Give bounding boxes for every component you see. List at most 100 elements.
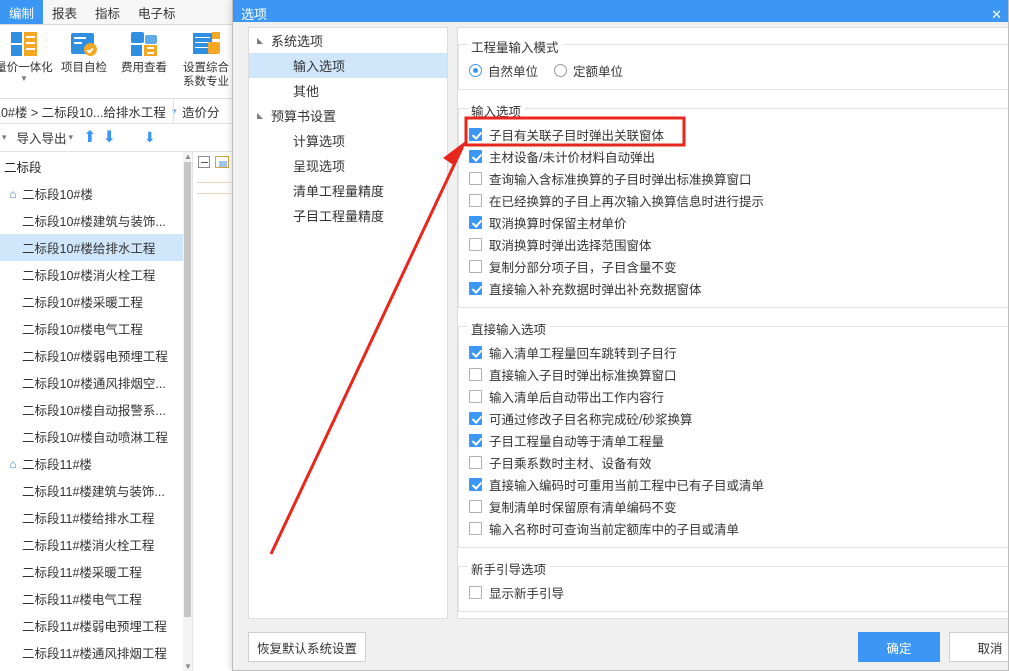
ribbon-tab-zhibiao[interactable]: 指标 [86,0,129,24]
radio-group: 自然单位 定额单位 [459,59,1009,81]
scrollbar-thumb[interactable] [184,162,191,617]
ok-button[interactable]: 确定 [858,632,940,662]
checkbox-row[interactable]: 子目工程量自动等于清单工程量 [459,429,1009,451]
checkbox[interactable] [469,194,482,207]
tree-item[interactable]: ⌂二标段11#楼 [0,450,190,477]
nav-item[interactable]: 子目工程量精度 [249,203,447,228]
tree-item[interactable]: ⌂二标段10#楼 [0,180,190,207]
ribbon-tab-baobiao[interactable]: 报表 [43,0,86,24]
triangle-expanded-icon[interactable]: ◢ [249,111,271,120]
option-group-box: 工程量输入模式自然单位定额单位 [458,44,1009,90]
checkbox-row[interactable]: 主材设备/未计价材料自动弹出 [459,145,1009,167]
ribbon-tab-dianzibiao[interactable]: 电子标 [129,0,185,24]
checkbox[interactable] [469,238,482,251]
nav-item[interactable]: 呈现选项 [249,153,447,178]
checkbox-row[interactable]: 输入清单工程量回车跳转到子目行 [459,341,1009,363]
chevron-down-icon[interactable]: ▼ [20,75,28,83]
nav-item[interactable]: 计算选项 [249,128,447,153]
checkbox[interactable] [469,456,482,469]
checkbox[interactable] [469,368,482,381]
tree-item[interactable]: 二标段10#楼消火栓工程 [0,261,190,288]
checkbox-row[interactable]: 取消换算时保留主材单价 [459,211,1009,233]
checkbox[interactable] [469,412,482,425]
tree-item-label: 二标段10#楼消火栓工程 [22,265,155,284]
tree-item[interactable]: 二标段10#楼自动喷淋工程 [0,423,190,450]
checkbox[interactable] [469,150,482,163]
checkbox-row[interactable]: 取消换算时弹出选择范围窗体 [459,233,1009,255]
tree-item[interactable]: 二标段10#楼采暖工程 [0,288,190,315]
checkbox-row[interactable]: 复制分部分项子目，子目含量不变 [459,255,1009,277]
ribbon-button-cost-view[interactable]: 费用查看 [114,29,174,75]
checkbox-row[interactable]: 输入名称时可查询当前定额库中的子目或清单 [459,517,1009,539]
tree-item[interactable]: 二标段10#楼建筑与装饰... [0,207,190,234]
checkbox[interactable] [469,128,482,141]
checkbox[interactable] [469,522,482,535]
pin-icon[interactable]: ⬇ [144,129,156,146]
checkbox-label: 查询输入含标准换算的子目时弹出标准换算窗口 [489,169,752,188]
arrow-down-icon[interactable]: ⬇ [102,130,115,146]
radio-button[interactable] [554,64,567,77]
checkbox-row[interactable]: 复制清单时保留原有清单编码不变 [459,495,1009,517]
checkbox[interactable] [469,282,482,295]
checkbox[interactable] [469,260,482,273]
tree-item[interactable]: 二标段10#楼电气工程 [0,315,190,342]
tree-item[interactable]: 二标段11#楼自动报警系... [0,666,190,671]
nav-item[interactable]: 其他 [249,78,447,103]
tree-title: 二标段 [0,152,190,180]
checkbox[interactable] [469,172,482,185]
checkbox[interactable] [469,586,482,599]
restore-defaults-button[interactable]: 恢复默认系统设置 [248,632,366,662]
import-export-button[interactable]: 导入导出 [17,128,67,147]
checkbox-row[interactable]: 在已经换算的子目上再次输入换算信息时进行提示 [459,189,1009,211]
scroll-down-icon[interactable]: ▼ [184,662,192,671]
triangle-expanded-icon[interactable]: ◢ [249,36,271,45]
ribbon-button-quantity-price[interactable]: 量价一体化 ▼ [0,29,54,83]
checkbox[interactable] [469,346,482,359]
checkbox-row[interactable]: 查询输入含标准换算的子目时弹出标准换算窗口 [459,167,1009,189]
tree-item[interactable]: 二标段11#楼弱电预埋工程 [0,612,190,639]
checkbox-label: 直接输入子目时弹出标准换算窗口 [489,365,677,384]
radio-label[interactable]: 定额单位 [573,61,623,80]
radio-label[interactable]: 自然单位 [488,61,538,80]
checkbox[interactable] [469,478,482,491]
tree-item[interactable]: 二标段10#楼自动报警系... [0,396,190,423]
tree-item[interactable]: 二标段11#楼给排水工程 [0,504,190,531]
checkbox-row[interactable]: 直接输入编码时可重用当前工程中已有子目或清单 [459,473,1009,495]
image-icon[interactable] [215,156,229,168]
checkbox-row[interactable]: 直接输入子目时弹出标准换算窗口 [459,363,1009,385]
chevron-down-icon[interactable]: ▾ [69,132,74,143]
checkbox[interactable] [469,434,482,447]
cancel-button[interactable]: 取消 [949,632,1009,662]
checkbox[interactable] [469,216,482,229]
tree-item[interactable]: 二标段11#楼通风排烟工程 [0,639,190,666]
nav-item[interactable]: ◢预算书设置 [249,103,447,128]
ribbon-tab-bianzhi[interactable]: 编制 [0,0,43,24]
arrow-up-icon[interactable]: ⬆ [83,130,96,146]
checkbox[interactable] [469,500,482,513]
nav-item[interactable]: 输入选项 [249,53,447,78]
tree-item[interactable]: 二标段10#楼给排水工程 [0,234,190,261]
checkbox-row[interactable]: 子目有关联子目时弹出关联窗体 [459,123,1009,145]
tree-item[interactable]: 二标段11#楼消火栓工程 [0,531,190,558]
ribbon-button-set-coefficient[interactable]: 设置综合 系数专业 [174,29,235,89]
checkbox-row[interactable]: 可通过修改子目名称完成砼/砂浆换算 [459,407,1009,429]
tree-item[interactable]: 二标段11#楼建筑与装饰... [0,477,190,504]
checkbox[interactable] [469,390,482,403]
checkbox-row[interactable]: 直接输入补充数据时弹出补充数据窗体 [459,277,1009,299]
close-icon[interactable]: ✕ [991,8,1002,21]
tree-item[interactable]: 二标段10#楼通风排烟空... [0,369,190,396]
tree-item[interactable]: 二标段10#楼弱电预埋工程 [0,342,190,369]
checkbox-row[interactable]: 子目乘系数时主材、设备有效 [459,451,1009,473]
nav-item[interactable]: ◢系统选项 [249,28,447,53]
checkbox-row[interactable]: 输入清单后自动带出工作内容行 [459,385,1009,407]
collapse-icon[interactable] [198,156,210,168]
tree-item[interactable]: 二标段11#楼电气工程 [0,585,190,612]
tree-scrollbar[interactable]: ▲ ▼ [183,152,192,671]
ribbon-button-project-check[interactable]: 项目自检 [54,29,114,75]
scroll-up-icon[interactable]: ▲ [184,152,192,161]
nav-item[interactable]: 清单工程量精度 [249,178,447,203]
chevron-down-icon[interactable]: ▾ [2,132,7,143]
radio-button[interactable] [469,64,482,77]
checkbox-row[interactable]: 显示新手引导 [459,581,1009,603]
tree-item[interactable]: 二标段11#楼采暖工程 [0,558,190,585]
